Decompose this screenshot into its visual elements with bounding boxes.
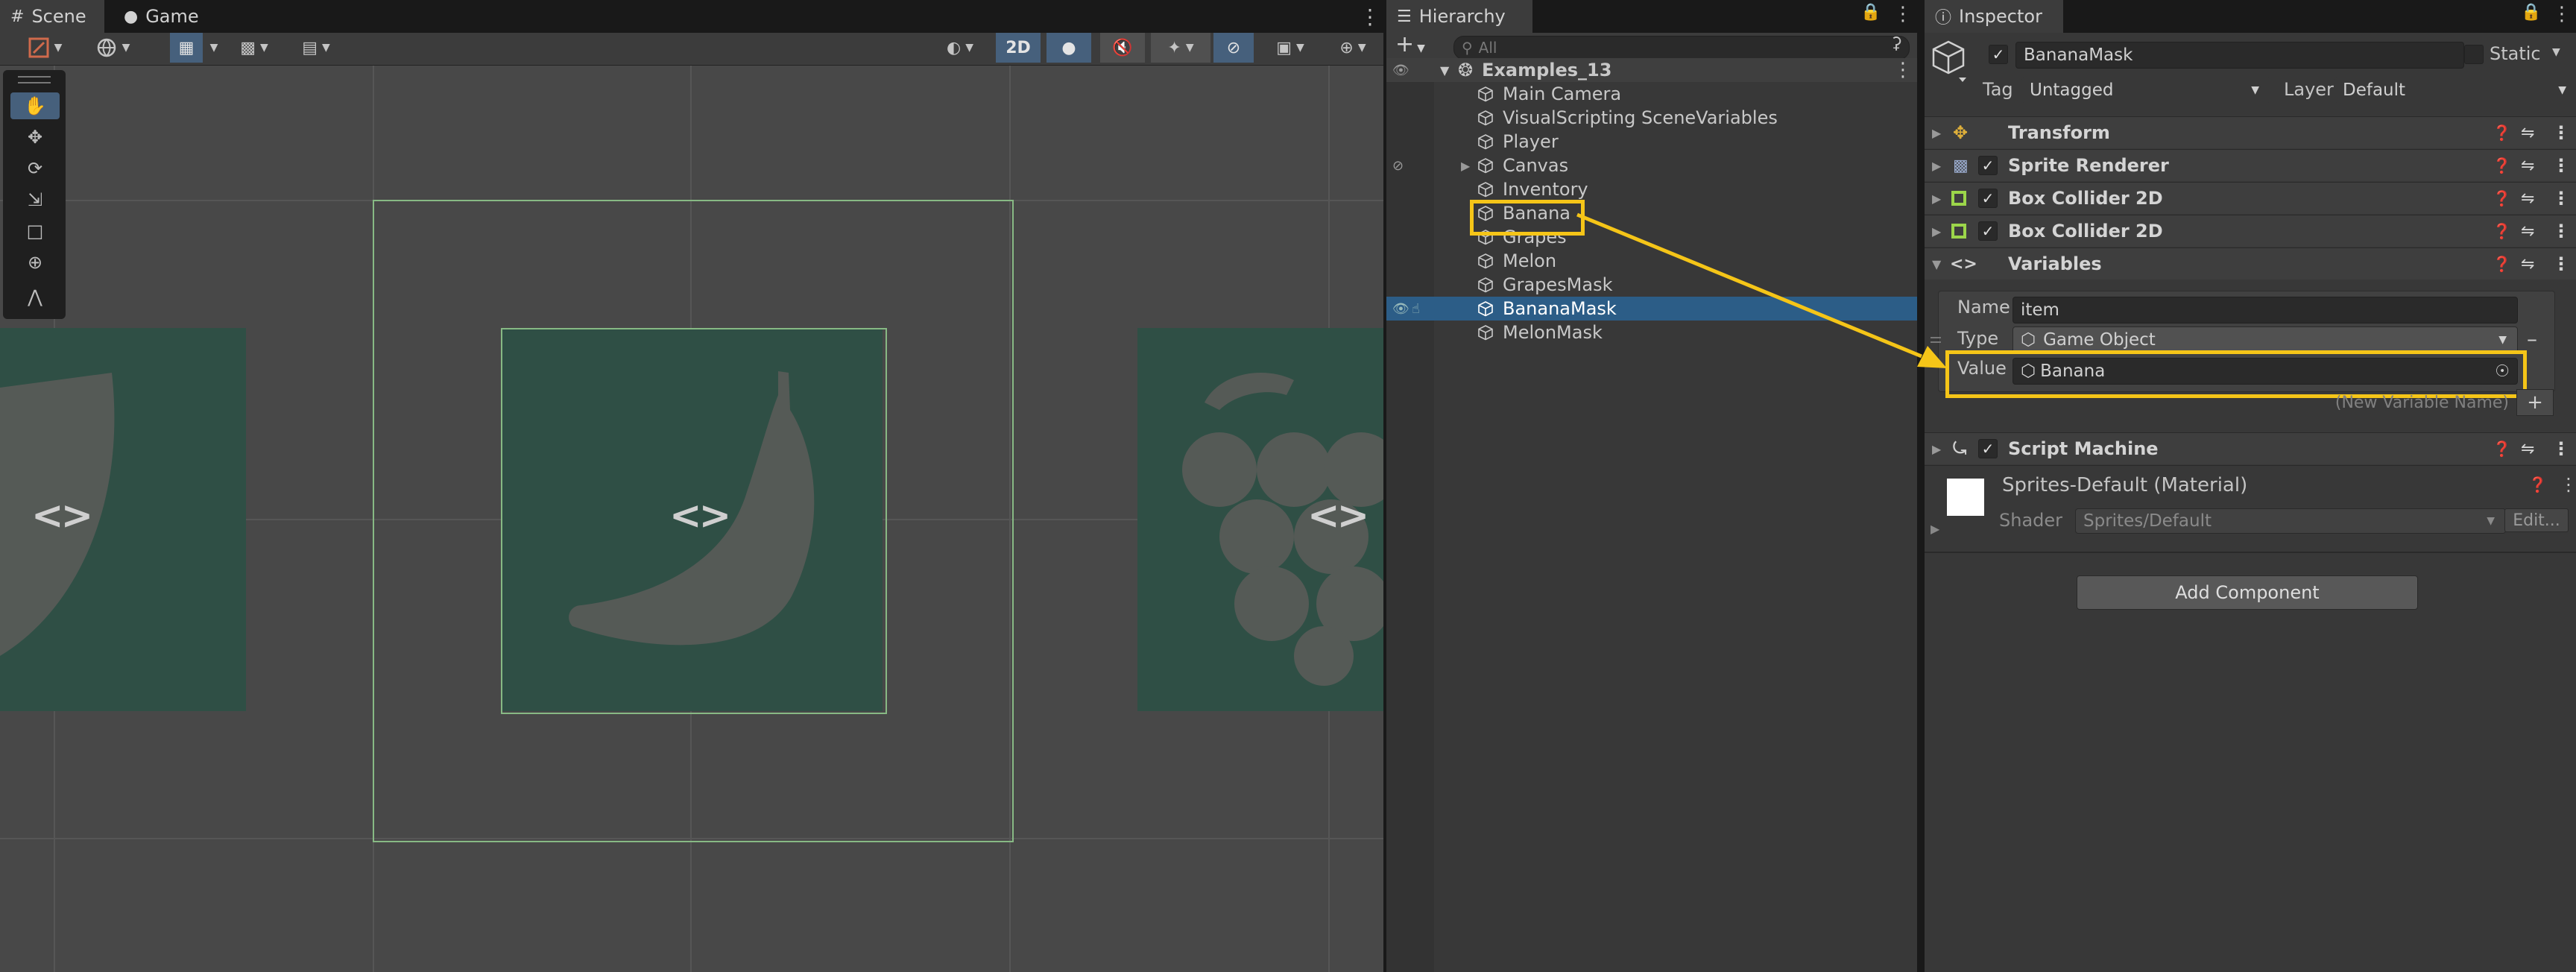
annotation-arrow — [1576, 212, 1947, 368]
